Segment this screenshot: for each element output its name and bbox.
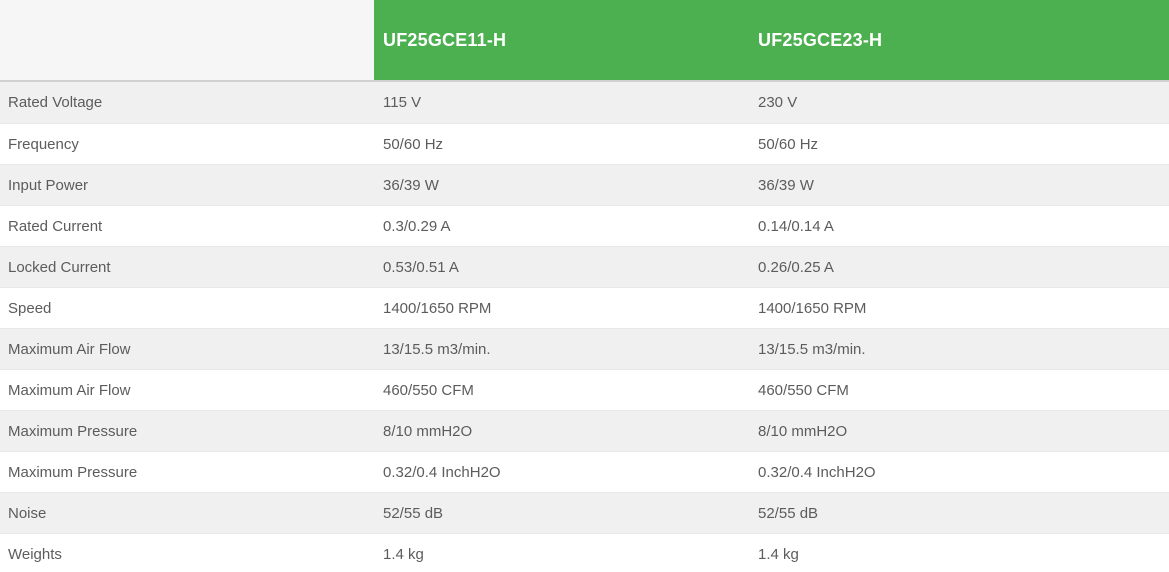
value-cell-model-1: 0.53/0.51 A bbox=[374, 247, 749, 287]
table-row-input-power: Input Power 36/39 W 36/39 W bbox=[0, 164, 1169, 205]
row-label: Input Power bbox=[0, 165, 374, 205]
value-cell-model-1: 115 V bbox=[374, 82, 749, 123]
value-cell-model-2: 8/10 mmH2O bbox=[749, 411, 1169, 451]
value-cell-model-1: 460/550 CFM bbox=[374, 370, 749, 410]
table-row-weights: Weights 1.4 kg 1.4 kg bbox=[0, 533, 1169, 572]
table-header-row: UF25GCE11-H UF25GCE23-H bbox=[0, 0, 1169, 82]
row-label: Noise bbox=[0, 493, 374, 533]
row-label: Frequency bbox=[0, 124, 374, 164]
column-header-model-2: UF25GCE23-H bbox=[749, 0, 1169, 80]
table-body: Rated Voltage 115 V 230 V Frequency 50/6… bbox=[0, 82, 1169, 572]
value-cell-model-2: 36/39 W bbox=[749, 165, 1169, 205]
table-row-rated-current: Rated Current 0.3/0.29 A 0.14/0.14 A bbox=[0, 205, 1169, 246]
value-cell-model-1: 0.32/0.4 InchH2O bbox=[374, 452, 749, 492]
table-row-max-pressure-inch: Maximum Pressure 0.32/0.4 InchH2O 0.32/0… bbox=[0, 451, 1169, 492]
row-label: Rated Voltage bbox=[0, 82, 374, 123]
value-cell-model-2: 13/15.5 m3/min. bbox=[749, 329, 1169, 369]
row-label: Maximum Pressure bbox=[0, 452, 374, 492]
row-label: Maximum Air Flow bbox=[0, 370, 374, 410]
table-row-frequency: Frequency 50/60 Hz 50/60 Hz bbox=[0, 123, 1169, 164]
value-cell-model-1: 13/15.5 m3/min. bbox=[374, 329, 749, 369]
value-cell-model-2: 0.32/0.4 InchH2O bbox=[749, 452, 1169, 492]
value-cell-model-1: 0.3/0.29 A bbox=[374, 206, 749, 246]
value-cell-model-1: 52/55 dB bbox=[374, 493, 749, 533]
row-label: Speed bbox=[0, 288, 374, 328]
page: UF25GCE11-H UF25GCE23-H Rated Voltage 11… bbox=[0, 0, 1169, 572]
column-header-model-1: UF25GCE11-H bbox=[374, 0, 749, 80]
table-row-noise: Noise 52/55 dB 52/55 dB bbox=[0, 492, 1169, 533]
value-cell-model-2: 52/55 dB bbox=[749, 493, 1169, 533]
value-cell-model-2: 0.14/0.14 A bbox=[749, 206, 1169, 246]
value-cell-model-1: 1400/1650 RPM bbox=[374, 288, 749, 328]
row-label: Weights bbox=[0, 534, 374, 572]
value-cell-model-2: 0.26/0.25 A bbox=[749, 247, 1169, 287]
value-cell-model-2: 1.4 kg bbox=[749, 534, 1169, 572]
row-label: Maximum Pressure bbox=[0, 411, 374, 451]
row-label: Maximum Air Flow bbox=[0, 329, 374, 369]
row-label: Locked Current bbox=[0, 247, 374, 287]
header-empty-cell bbox=[0, 0, 374, 80]
value-cell-model-1: 50/60 Hz bbox=[374, 124, 749, 164]
spec-table: UF25GCE11-H UF25GCE23-H Rated Voltage 11… bbox=[0, 0, 1169, 572]
value-cell-model-2: 50/60 Hz bbox=[749, 124, 1169, 164]
table-row-speed: Speed 1400/1650 RPM 1400/1650 RPM bbox=[0, 287, 1169, 328]
value-cell-model-1: 36/39 W bbox=[374, 165, 749, 205]
table-row-max-air-flow-cfm: Maximum Air Flow 460/550 CFM 460/550 CFM bbox=[0, 369, 1169, 410]
row-label: Rated Current bbox=[0, 206, 374, 246]
value-cell-model-2: 230 V bbox=[749, 82, 1169, 123]
table-row-max-pressure-mm: Maximum Pressure 8/10 mmH2O 8/10 mmH2O bbox=[0, 410, 1169, 451]
table-row-rated-voltage: Rated Voltage 115 V 230 V bbox=[0, 82, 1169, 123]
value-cell-model-2: 1400/1650 RPM bbox=[749, 288, 1169, 328]
value-cell-model-2: 460/550 CFM bbox=[749, 370, 1169, 410]
value-cell-model-1: 1.4 kg bbox=[374, 534, 749, 572]
table-row-locked-current: Locked Current 0.53/0.51 A 0.26/0.25 A bbox=[0, 246, 1169, 287]
table-row-max-air-flow-metric: Maximum Air Flow 13/15.5 m3/min. 13/15.5… bbox=[0, 328, 1169, 369]
value-cell-model-1: 8/10 mmH2O bbox=[374, 411, 749, 451]
